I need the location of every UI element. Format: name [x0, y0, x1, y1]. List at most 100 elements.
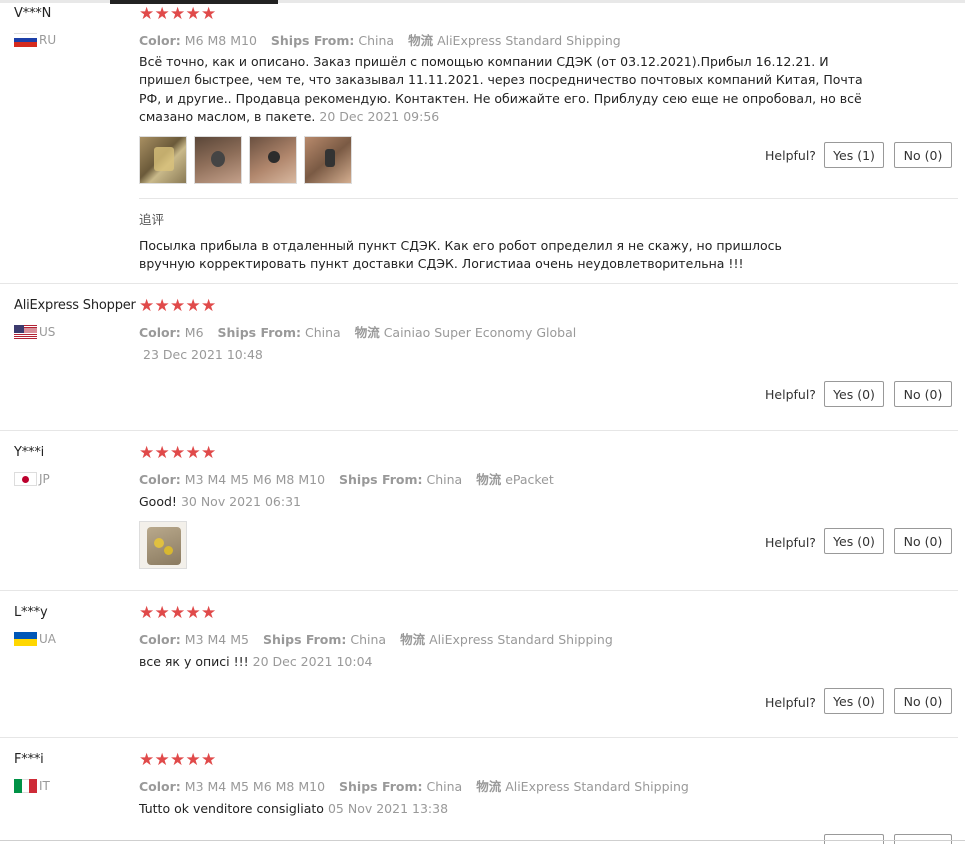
- star-icon: ★: [139, 750, 155, 770]
- review-date: 20 Dec 2021 10:04: [252, 654, 373, 669]
- review-item: L***y UA ★ ★ ★ ★ ★ Color: M3 M4 M5 Ships From…: [0, 591, 965, 738]
- review-meta: Color: M3 M4 M5 M6 M8 M10 Ships From: Chi…: [139, 469, 554, 488]
- helpful-no-button[interactable]: [894, 834, 952, 844]
- review-text: Всё точно, как и описано. Заказ пришёл с…: [139, 54, 863, 124]
- star-rating: ★ ★ ★ ★ ★: [139, 445, 217, 462]
- star-icon: ★: [154, 296, 170, 316]
- logistics-label: 物流: [400, 632, 426, 647]
- star-icon: ★: [201, 603, 217, 623]
- reviewer-country: RU: [14, 33, 56, 47]
- additional-review-text: Посылка прибыла в отдаленный пункт СДЭК.…: [139, 238, 782, 272]
- review-photo[interactable]: [304, 136, 352, 184]
- helpful-no-button[interactable]: No (0): [894, 688, 952, 714]
- logistics-value: Cainiao Super Economy Global: [383, 325, 577, 340]
- color-value: M6: [184, 325, 204, 340]
- review-date: 20 Dec 2021 09:56: [319, 108, 440, 124]
- bottom-edge-divider: [0, 840, 965, 841]
- star-icon: ★: [139, 296, 155, 316]
- helpful-yes-button[interactable]: Yes (0): [824, 381, 884, 407]
- star-icon: ★: [185, 443, 201, 463]
- reviewer-name: AliExpress Shopper: [14, 298, 136, 313]
- review-text: Good!: [139, 494, 177, 509]
- review-date: 05 Nov 2021 13:38: [327, 801, 449, 816]
- review-meta: Color: M6 M8 M10 Ships From: China 物流 AliE…: [139, 30, 621, 49]
- logistics-label: 物流: [476, 779, 502, 794]
- helpful-yes-button[interactable]: Yes (0): [824, 528, 884, 554]
- star-icon: ★: [139, 4, 155, 24]
- logistics-value: AliExpress Standard Shipping: [505, 779, 689, 794]
- color-label: Color:: [139, 779, 181, 794]
- review-photo[interactable]: [139, 521, 187, 569]
- flag-ua-icon: [14, 632, 37, 646]
- review-item: F***i IT ★ ★ ★ ★ ★ Color: M3 M4 M5 M6 M8 M10…: [0, 738, 965, 844]
- star-icon: ★: [185, 296, 201, 316]
- country-code: JP: [39, 472, 50, 486]
- ships-from-value: China: [426, 779, 463, 794]
- helpful-no-button[interactable]: No (0): [894, 142, 952, 168]
- star-icon: ★: [154, 603, 170, 623]
- color-label: Color:: [139, 325, 181, 340]
- star-icon: ★: [154, 4, 170, 24]
- star-icon: ★: [154, 750, 170, 770]
- country-code: US: [39, 325, 56, 339]
- flag-ru-icon: [14, 33, 37, 47]
- ships-from-value: China: [350, 632, 387, 647]
- color-value: M6 M8 M10: [184, 33, 257, 48]
- flag-jp-icon: [14, 472, 37, 486]
- star-rating: ★ ★ ★ ★ ★: [139, 298, 217, 315]
- star-icon: ★: [201, 443, 217, 463]
- color-label: Color:: [139, 33, 181, 48]
- reviewer-country: IT: [14, 779, 50, 793]
- ships-from-value: China: [358, 33, 395, 48]
- star-rating: ★ ★ ★ ★ ★: [139, 6, 217, 23]
- ships-from-label: Ships From:: [217, 325, 301, 340]
- color-label: Color:: [139, 472, 181, 487]
- reviewer-name: F***i: [14, 752, 44, 767]
- review-text-block: все як у описі !!! 20 Dec 2021 10:04: [139, 653, 869, 671]
- country-code: IT: [39, 779, 50, 793]
- logistics-value: AliExpress Standard Shipping: [429, 632, 613, 647]
- helpful-yes-button[interactable]: Yes (0): [824, 688, 884, 714]
- star-icon: ★: [201, 296, 217, 316]
- ships-from-label: Ships From:: [339, 472, 423, 487]
- review-meta: Color: M3 M4 M5 Ships From: China 物流 AliEx…: [139, 629, 613, 648]
- helpful-yes-button[interactable]: [824, 834, 884, 844]
- reviewer-country: US: [14, 325, 55, 339]
- flag-us-icon: [14, 325, 37, 339]
- review-meta: Color: M6 Ships From: China 物流 Cainiao Sup…: [139, 322, 576, 341]
- review-text-block: Good! 30 Nov 2021 06:31: [139, 493, 869, 511]
- review-date: 23 Dec 2021 10:48: [143, 347, 263, 362]
- color-value: M3 M4 M5: [184, 632, 249, 647]
- review-text-block: 23 Dec 2021 10:48: [139, 346, 869, 364]
- star-icon: ★: [201, 750, 217, 770]
- star-icon: ★: [170, 750, 186, 770]
- helpful-yes-button[interactable]: Yes (1): [824, 142, 884, 168]
- ships-from-label: Ships From:: [270, 33, 355, 48]
- star-icon: ★: [154, 443, 170, 463]
- helpful-no-button[interactable]: No (0): [894, 528, 952, 554]
- helpful-label: Helpful?: [765, 695, 816, 710]
- color-label: Color:: [139, 632, 181, 647]
- review-photos: [139, 136, 359, 184]
- review-text-block: Всё точно, как и описано. Заказ пришёл с…: [139, 53, 869, 126]
- helpful-no-button[interactable]: No (0): [894, 381, 952, 407]
- review-photo[interactable]: [249, 136, 297, 184]
- logistics-label: 物流: [354, 325, 380, 340]
- helpful-label: Helpful?: [765, 387, 816, 402]
- logistics-value: AliExpress Standard Shipping: [437, 33, 621, 48]
- review-photo[interactable]: [139, 136, 187, 184]
- review-item: V***N RU ★ ★ ★ ★ ★ Color: M6 M8 M10 Ships Fro…: [0, 0, 965, 284]
- reviewer-country: UA: [14, 632, 56, 646]
- review-item: AliExpress Shopper US ★ ★ ★ ★ ★ Color: M6 Shi…: [0, 284, 965, 431]
- star-icon: ★: [170, 4, 186, 24]
- ships-from-value: China: [304, 325, 341, 340]
- review-text: все як у описі !!!: [139, 654, 249, 669]
- helpful-label: Helpful?: [765, 148, 816, 163]
- additional-review-label: 追评: [139, 212, 165, 227]
- star-icon: ★: [201, 4, 217, 24]
- review-item: Y***i JP ★ ★ ★ ★ ★ Color: M3 M4 M5 M6 M8 M10…: [0, 431, 965, 591]
- star-rating: ★ ★ ★ ★ ★: [139, 752, 217, 769]
- review-photo[interactable]: [194, 136, 242, 184]
- flag-it-icon: [14, 779, 37, 793]
- reviewer-country: JP: [14, 472, 50, 486]
